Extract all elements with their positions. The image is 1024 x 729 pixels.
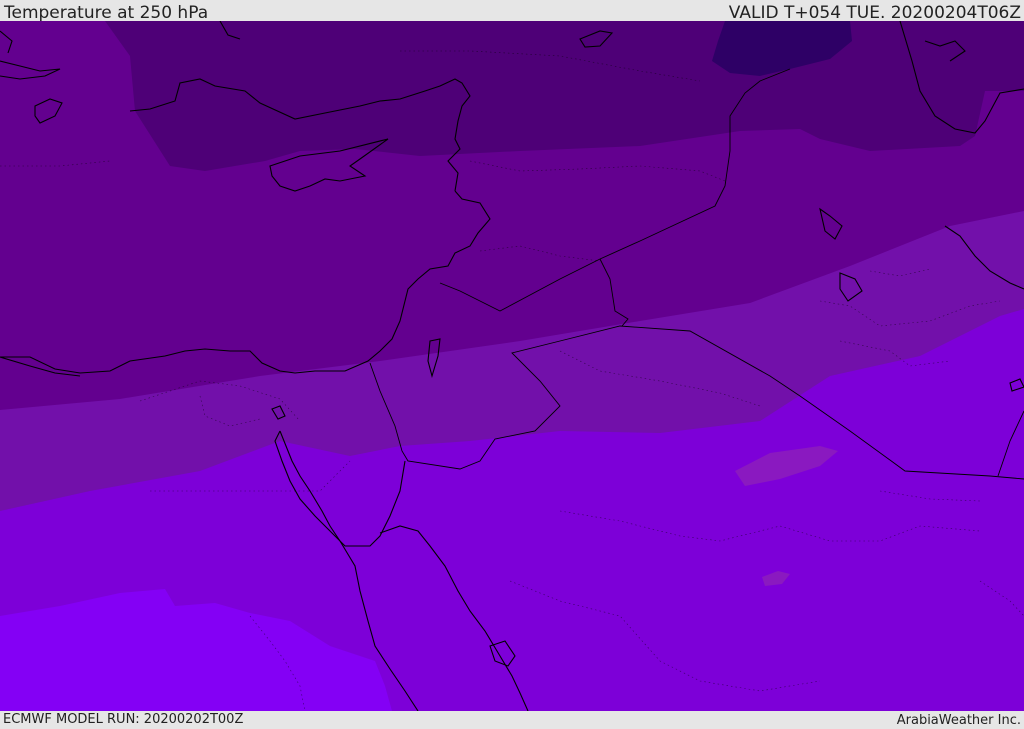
map-header: Temperature at 250 hPa VALID T+054 TUE. …	[0, 0, 1024, 23]
model-run-label: ECMWF MODEL RUN: 20200202T00Z	[3, 712, 244, 727]
map-title: Temperature at 250 hPa	[4, 3, 209, 23]
temperature-map[interactable]	[0, 21, 1024, 711]
map-footer: ECMWF MODEL RUN: 20200202T00Z ArabiaWeat…	[0, 711, 1024, 729]
credit-label: ArabiaWeather Inc.	[896, 713, 1021, 728]
valid-time: VALID T+054 TUE. 20200204T06Z	[728, 3, 1021, 23]
map-canvas	[0, 21, 1024, 711]
